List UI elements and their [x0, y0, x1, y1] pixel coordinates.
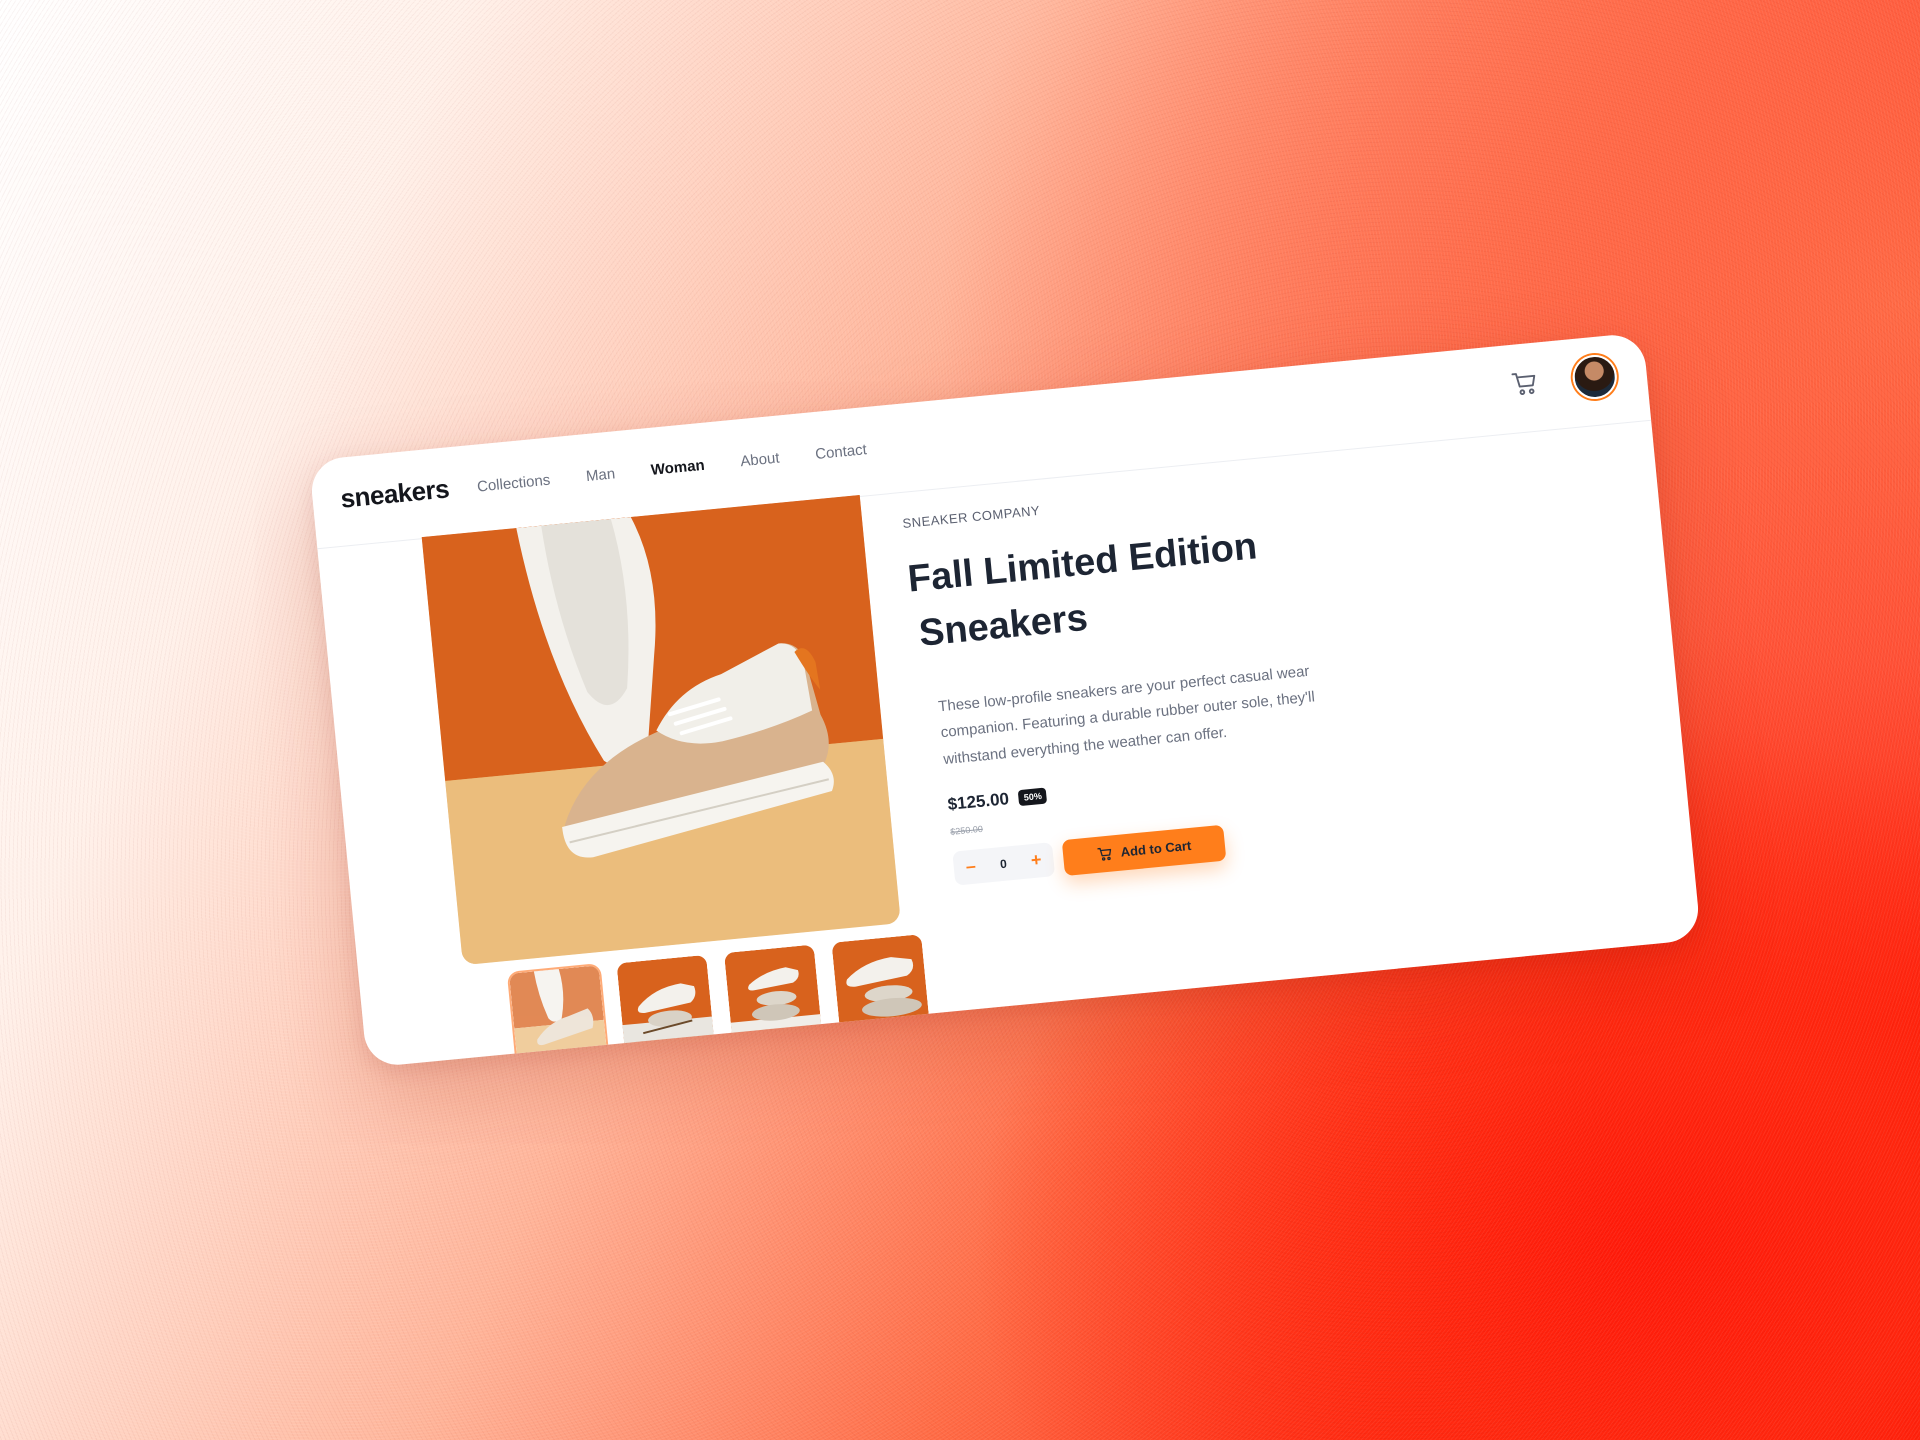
nav-link-collections[interactable]: Collections [476, 472, 551, 496]
cart-icon[interactable] [1510, 368, 1541, 399]
product-description: These low-profile sneakers are your perf… [937, 662, 1316, 768]
thumbnail-image [616, 954, 715, 1054]
nav-actions [1509, 352, 1619, 407]
discount-badge: 50% [1018, 787, 1048, 807]
quantity-value: 0 [999, 856, 1008, 872]
nav-link-about[interactable]: About [740, 450, 781, 471]
thumbnail-image [831, 934, 930, 1033]
increase-quantity-button[interactable]: + [1030, 850, 1042, 872]
add-to-cart-label: Add to Cart [1120, 838, 1192, 861]
brand-logo[interactable]: sneakers [339, 473, 450, 514]
nav-links: Collections Man Woman About Contact [476, 441, 867, 495]
nav-link-man[interactable]: Man [585, 465, 616, 485]
avatar[interactable] [1570, 352, 1619, 401]
product-page-card: sneakers Collections Man Woman About Con… [308, 332, 1702, 1068]
thumbnail-image [723, 944, 823, 1043]
nav-link-woman[interactable]: Woman [650, 457, 705, 479]
sneaker-photo [421, 494, 901, 966]
thumbnail-3[interactable] [723, 944, 823, 1043]
cart-icon [1096, 847, 1111, 861]
page-frame: sneakers Collections Man Woman About Con… [308, 332, 1702, 1068]
thumbnail-2[interactable] [616, 954, 715, 1054]
add-to-cart-button[interactable]: Add to Cart [1061, 824, 1227, 876]
quantity-stepper: – 0 + [952, 842, 1056, 886]
thumbnail-4[interactable] [831, 934, 930, 1033]
decrease-quantity-button[interactable]: – [965, 856, 977, 878]
current-price: $125.00 [946, 789, 1010, 814]
thumbnail-image [508, 965, 608, 1064]
product-title: Fall Limited Edition Sneakers [905, 511, 1354, 663]
thumbnail-1[interactable] [508, 965, 608, 1064]
product-info: SNEAKER COMPANY Fall Limited Edition Sne… [902, 474, 1376, 888]
main-product-image[interactable] [421, 494, 901, 966]
nav-link-contact[interactable]: Contact [814, 441, 867, 463]
